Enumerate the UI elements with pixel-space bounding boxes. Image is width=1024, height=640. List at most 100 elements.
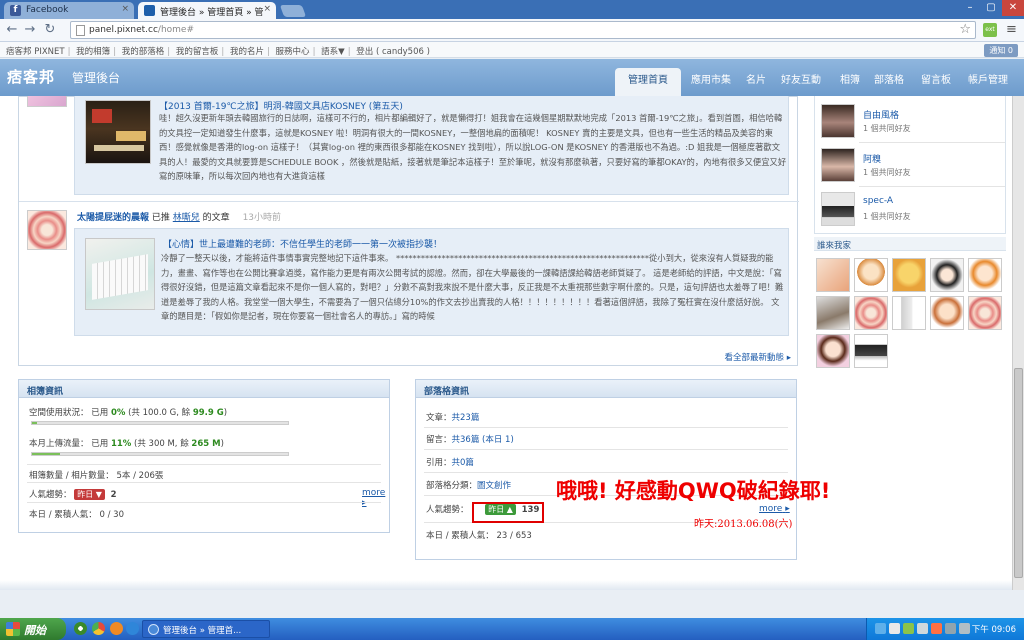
taskbar-item-chrome[interactable]: 管理後台 » 管理首... bbox=[142, 620, 270, 638]
post-meta: 太陽提屁迷的晨報 已推 林嘶兒 的文章 13小時前 bbox=[77, 210, 281, 223]
trend-value: 2 bbox=[110, 490, 117, 500]
nav-guestbook[interactable]: 留言板 bbox=[921, 71, 951, 86]
pixnet-logo[interactable]: 痞客邦 bbox=[7, 66, 55, 87]
annotation-text: 哦哦! 好感動QWQ破紀錄耶! bbox=[556, 479, 831, 503]
visitor-avatar[interactable] bbox=[892, 258, 926, 292]
quicklaunch-icon[interactable] bbox=[74, 622, 87, 635]
visitor-avatar[interactable] bbox=[968, 296, 1002, 330]
new-tab-button[interactable] bbox=[279, 5, 307, 17]
toplink-album[interactable]: 我的相簿 bbox=[76, 47, 110, 57]
visitor-avatar[interactable] bbox=[854, 334, 888, 368]
toplink-service[interactable]: 服務中心 bbox=[276, 47, 310, 57]
close-tab-icon[interactable]: × bbox=[121, 4, 129, 14]
action-verb: 已推 bbox=[151, 213, 170, 223]
post-thumbnail[interactable] bbox=[85, 238, 155, 310]
notification-badge[interactable]: 通知 0 bbox=[984, 44, 1018, 57]
friend-name[interactable]: 阿糗 bbox=[863, 152, 881, 165]
visitor-avatar[interactable] bbox=[930, 296, 964, 330]
avatar[interactable] bbox=[821, 192, 855, 226]
toplink-logout[interactable]: 登出 ( candy506 ) bbox=[356, 47, 430, 57]
tab-pixnet-admin[interactable]: 管理後台 » 管理首頁 » 管 × bbox=[138, 2, 276, 19]
start-button[interactable]: 開始 bbox=[0, 618, 66, 640]
comments-link[interactable]: 共36篇 (本日 1) bbox=[452, 435, 514, 445]
close-window-icon[interactable]: ✕ bbox=[1002, 0, 1024, 16]
visitor-avatar[interactable] bbox=[816, 334, 850, 368]
chrome-icon[interactable] bbox=[92, 622, 105, 635]
nav-friends[interactable]: 好友互動 bbox=[781, 71, 821, 86]
tray-icon[interactable] bbox=[931, 623, 942, 634]
nav-home[interactable]: 管理首頁 bbox=[615, 68, 681, 96]
firefox-icon[interactable] bbox=[110, 622, 123, 635]
minimize-icon[interactable]: – bbox=[960, 0, 980, 16]
post-excerpt: 冷靜了一整天以後，才能將這件事情事實完整地記下這件事來。 ***********… bbox=[161, 253, 784, 322]
trend-row: 人氣趨勢： 昨日 ▼ 2 bbox=[29, 488, 117, 500]
visits-row: 本日 / 累積人氣： 23 / 653 bbox=[426, 529, 532, 541]
post-thumbnail[interactable] bbox=[85, 100, 151, 164]
tray-icon[interactable] bbox=[917, 623, 928, 634]
ie-icon[interactable] bbox=[126, 622, 139, 635]
nav-account[interactable]: 帳戶管理 bbox=[968, 71, 1008, 86]
bookmark-star-icon[interactable]: ☆ bbox=[959, 22, 971, 37]
tray-icon[interactable] bbox=[875, 623, 886, 634]
wrench-icon[interactable]: ≡ bbox=[1006, 22, 1017, 37]
reload-icon[interactable]: ↻ bbox=[42, 22, 58, 38]
see-all-activity-link[interactable]: 看全部最新動態 ▸ bbox=[725, 351, 792, 363]
visitor-avatar[interactable] bbox=[854, 258, 888, 292]
category-link[interactable]: 圖文創作 bbox=[477, 481, 511, 491]
windows-taskbar: 開始 管理後台 » 管理首... 下午 09:06 bbox=[0, 618, 1024, 640]
url-path: /home# bbox=[157, 25, 194, 35]
maximize-icon[interactable]: ▢ bbox=[981, 0, 1001, 16]
friend-name[interactable]: 自由風格 bbox=[863, 108, 899, 121]
forward-icon[interactable]: → bbox=[22, 22, 38, 38]
nav-market[interactable]: 應用市集 bbox=[691, 71, 731, 86]
visitor-avatar[interactable] bbox=[854, 296, 888, 330]
system-tray: 下午 09:06 bbox=[866, 618, 1024, 640]
toplink-blog[interactable]: 我的部落格 bbox=[122, 47, 165, 57]
footer-strip bbox=[0, 580, 1012, 590]
extension-icon[interactable]: ext bbox=[983, 23, 997, 37]
avatar[interactable] bbox=[27, 96, 67, 107]
nav-blog[interactable]: 部落格 bbox=[874, 71, 904, 86]
network-icon[interactable] bbox=[959, 623, 970, 634]
scrollbar-thumb[interactable] bbox=[1014, 368, 1023, 578]
more-link[interactable]: more ▸ bbox=[362, 488, 389, 508]
avatar[interactable] bbox=[821, 148, 855, 182]
visitor-avatar[interactable] bbox=[930, 258, 964, 292]
arrow-down-icon: ▼ bbox=[95, 490, 102, 499]
label: 部落格分類： bbox=[426, 481, 478, 491]
toplink-card[interactable]: 我的名片 bbox=[230, 47, 264, 57]
post-title[interactable]: 【心情】世上最遭難的老師：不信任學生的老師一一第一次被指抄襲！ bbox=[163, 237, 442, 250]
nav-card[interactable]: 名片 bbox=[746, 71, 766, 86]
author-name[interactable]: 太陽提屁迷的晨報 bbox=[77, 213, 149, 223]
tray-icon[interactable] bbox=[889, 623, 900, 634]
target-user[interactable]: 林嘶兒 bbox=[173, 213, 200, 223]
avatar[interactable] bbox=[27, 210, 67, 250]
trackback-row: 引用：共0篇 bbox=[426, 456, 474, 468]
tab-facebook[interactable]: f Facebook × bbox=[4, 2, 134, 19]
category-row: 部落格分類：圖文創作 bbox=[426, 479, 511, 491]
friend-name[interactable]: spec-A bbox=[863, 196, 893, 206]
toplink-guestbook[interactable]: 我的留言板 bbox=[176, 47, 219, 57]
more-link[interactable]: more ▸ bbox=[759, 504, 790, 514]
post-time: 13小時前 bbox=[242, 213, 282, 223]
address-bar[interactable]: panel.pixnet.cc/home# ☆ bbox=[70, 21, 976, 39]
visitor-avatar[interactable] bbox=[816, 296, 850, 330]
nav-album[interactable]: 相簿 bbox=[840, 71, 860, 86]
toplink-language[interactable]: 語系▼ bbox=[321, 47, 345, 57]
close-tab-icon[interactable]: × bbox=[263, 4, 271, 14]
visitor-avatar[interactable] bbox=[816, 258, 850, 292]
upload-remaining: 265 M bbox=[191, 439, 221, 449]
back-icon[interactable]: ← bbox=[4, 22, 20, 38]
trackback-link[interactable]: 共0篇 bbox=[452, 458, 474, 468]
label: 本月上傳流量： bbox=[29, 439, 89, 449]
volume-icon[interactable] bbox=[945, 623, 956, 634]
label: 相簿數量 / 相片數量： bbox=[29, 471, 114, 481]
chrome-icon bbox=[148, 624, 159, 635]
visitor-avatar[interactable] bbox=[968, 258, 1002, 292]
avatar[interactable] bbox=[821, 104, 855, 138]
tray-icon[interactable] bbox=[903, 623, 914, 634]
page-scrollbar[interactable] bbox=[1012, 96, 1024, 590]
visitor-avatar[interactable] bbox=[892, 296, 926, 330]
toplink-pixnet[interactable]: 痞客邦 PIXNET bbox=[6, 47, 65, 57]
articles-link[interactable]: 共23篇 bbox=[452, 413, 480, 423]
